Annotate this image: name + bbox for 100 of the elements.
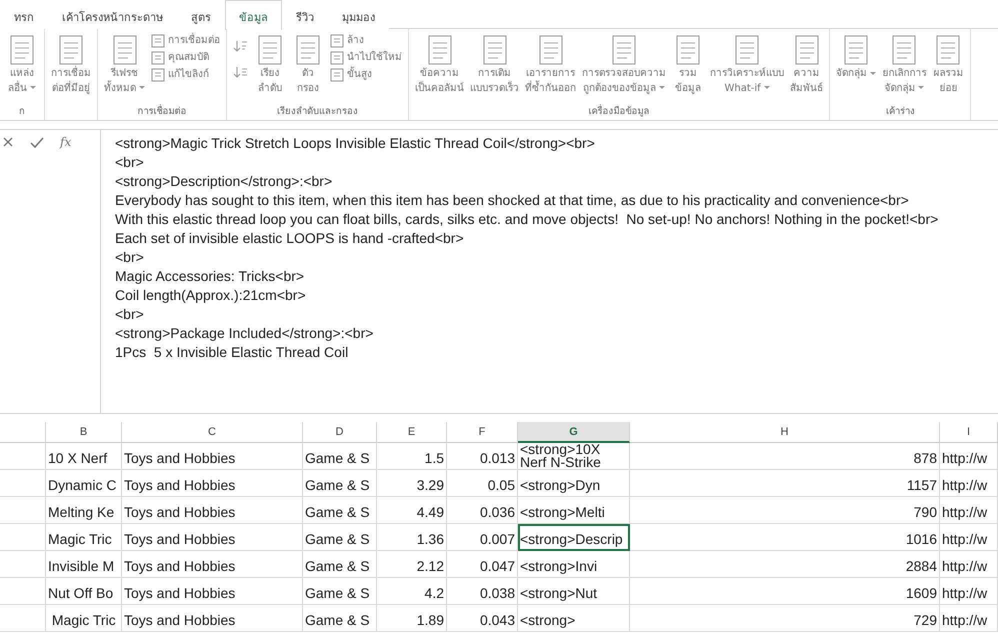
table-cell[interactable]: Magic Tric xyxy=(46,605,122,632)
table-cell[interactable] xyxy=(0,551,46,578)
table-cell[interactable]: Dynamic C xyxy=(46,470,122,497)
ribbon-button[interactable]: การเชื่อมต่อ xyxy=(149,33,222,48)
table-cell[interactable]: Toys and Hobbies xyxy=(122,578,303,605)
table-cell[interactable]: http://w xyxy=(940,443,998,470)
table-cell[interactable]: Nut Off Bo xyxy=(46,578,122,605)
ribbon-button[interactable]: จัดกลุ่ม xyxy=(834,33,878,105)
table-cell[interactable]: 878 xyxy=(630,443,940,470)
table-cell[interactable]: <strong>Invi xyxy=(518,551,630,578)
table-cell[interactable]: Game & S xyxy=(303,524,377,551)
column-header[interactable]: I xyxy=(940,422,998,443)
ribbon-button[interactable]: นำไปใช้ใหม่ xyxy=(328,50,404,65)
table-cell[interactable]: 0.007 xyxy=(447,524,518,551)
table-cell[interactable]: 1.5 xyxy=(377,443,447,470)
table-cell[interactable]: Toys and Hobbies xyxy=(122,443,303,470)
table-cell[interactable]: http://w xyxy=(940,551,998,578)
table-cell[interactable]: 2.12 xyxy=(377,551,447,578)
ribbon-tab[interactable]: ข้อมูล xyxy=(225,0,282,30)
column-header[interactable]: G xyxy=(518,422,630,443)
column-header[interactable]: F xyxy=(447,422,518,443)
table-cell[interactable]: 3.29 xyxy=(377,470,447,497)
column-header[interactable]: D xyxy=(303,422,377,443)
ribbon-button[interactable]: ล้าง xyxy=(328,33,404,48)
insert-function-button[interactable]: fx xyxy=(60,136,72,148)
table-cell[interactable]: 1.89 xyxy=(377,605,447,632)
column-header[interactable]: C xyxy=(122,422,303,443)
table-cell[interactable]: Magic Tric xyxy=(46,524,122,551)
ribbon-button[interactable]: รีเฟรช ทั้งหมด xyxy=(102,33,148,105)
table-cell[interactable]: Game & S xyxy=(303,470,377,497)
table-cell[interactable]: 4.49 xyxy=(377,497,447,524)
table-cell[interactable]: 1016 xyxy=(630,524,940,551)
table-cell[interactable]: Toys and Hobbies xyxy=(122,605,303,632)
table-cell[interactable]: 1.36 xyxy=(377,524,447,551)
table-cell[interactable] xyxy=(0,605,46,632)
ribbon-button[interactable]: การตรวจสอบความ ถูกต้องของข้อมูล xyxy=(580,33,668,105)
table-cell[interactable] xyxy=(0,578,46,605)
table-cell[interactable]: <strong>10X Nerf N-Strike xyxy=(518,443,630,470)
ribbon-button[interactable]: แหล่ง ลอื่น xyxy=(4,33,40,105)
table-cell[interactable]: 10 X Nerf xyxy=(46,443,122,470)
table-cell[interactable]: Game & S xyxy=(303,497,377,524)
ribbon-button[interactable]: ความ สัมพันธ์ xyxy=(788,33,826,105)
ribbon-button[interactable]: คุณสมบัติ xyxy=(149,50,222,65)
table-cell[interactable]: Toys and Hobbies xyxy=(122,524,303,551)
table-cell[interactable]: Game & S xyxy=(303,605,377,632)
ribbon-button[interactable]: แก้ไขลิงก์ xyxy=(149,67,222,82)
table-cell[interactable] xyxy=(0,443,46,470)
ribbon-button[interactable]: ตัว กรอง xyxy=(290,33,326,105)
table-cell[interactable]: Toys and Hobbies xyxy=(122,551,303,578)
ribbon-button[interactable]: การวิเคราะห์แบบ What-if xyxy=(708,33,786,105)
table-cell[interactable]: http://w xyxy=(940,605,998,632)
table-cell[interactable]: http://w xyxy=(940,497,998,524)
table-cell[interactable]: Game & S xyxy=(303,443,377,470)
table-cell[interactable]: Toys and Hobbies xyxy=(122,497,303,524)
table-cell[interactable]: 1609 xyxy=(630,578,940,605)
column-header[interactable]: E xyxy=(377,422,447,443)
table-cell[interactable]: Melting Ke xyxy=(46,497,122,524)
table-cell[interactable]: <strong>Nut xyxy=(518,578,630,605)
table-cell[interactable]: 0.047 xyxy=(447,551,518,578)
group-label: เรียงลำดับและกรอง xyxy=(276,105,360,119)
column-header[interactable]: B xyxy=(46,422,122,443)
table-cell[interactable]: 4.2 xyxy=(377,578,447,605)
table-cell[interactable]: 1157 xyxy=(630,470,940,497)
table-cell[interactable]: Invisible M xyxy=(46,551,122,578)
table-cell[interactable]: http://w xyxy=(940,470,998,497)
formula-line: <br> xyxy=(115,248,145,267)
column-header[interactable] xyxy=(0,422,46,443)
ribbon-button[interactable]: ข้อความ เป็นคอลัมน์ xyxy=(413,33,466,105)
table-cell[interactable]: 0.038 xyxy=(447,578,518,605)
ribbon-button[interactable]: รวม ข้อมูล xyxy=(670,33,706,105)
table-cell[interactable]: <strong>Descrip xyxy=(518,524,630,551)
sheet-icon xyxy=(151,50,166,64)
table-cell[interactable]: Game & S xyxy=(303,551,377,578)
cancel-icon xyxy=(2,136,14,148)
formula-line: <strong>Magic Trick Stretch Loops Invisible Elastic Thread Coil</strong><br> xyxy=(115,134,596,153)
table-cell[interactable] xyxy=(0,470,46,497)
table-cell[interactable]: 0.013 xyxy=(447,443,518,470)
table-cell[interactable]: 729 xyxy=(630,605,940,632)
table-cell[interactable] xyxy=(0,524,46,551)
table-cell[interactable]: <strong> xyxy=(518,605,630,632)
table-cell[interactable]: 0.036 xyxy=(447,497,518,524)
table-cell[interactable]: 2884 xyxy=(630,551,940,578)
ribbon-button[interactable]: การเชื่อม ต่อที่มีอยู่ xyxy=(49,33,93,105)
table-cell[interactable]: 0.05 xyxy=(447,470,518,497)
ribbon-button[interactable]: การเติม แบบรวดเร็ว xyxy=(468,33,522,105)
table-cell[interactable]: 790 xyxy=(630,497,940,524)
table-cell[interactable]: http://w xyxy=(940,578,998,605)
table-cell[interactable]: 0.043 xyxy=(447,605,518,632)
table-cell[interactable]: <strong>Dyn xyxy=(518,470,630,497)
table-cell[interactable]: http://w xyxy=(940,524,998,551)
ribbon-button[interactable]: เอารายการ ที่ซ้ำกันออก xyxy=(523,33,578,105)
column-header[interactable]: H xyxy=(630,422,940,443)
ribbon-button[interactable]: เรียง ลำดับ xyxy=(252,33,288,105)
ribbon-button[interactable]: ยกเลิกการ จัดกลุ่ม xyxy=(880,33,928,105)
ribbon-button[interactable]: ขั้นสูง xyxy=(328,67,404,82)
table-cell[interactable]: Toys and Hobbies xyxy=(122,470,303,497)
table-cell[interactable]: <strong>Melti xyxy=(518,497,630,524)
table-cell[interactable]: Game & S xyxy=(303,578,377,605)
ribbon-button[interactable]: ผลรวม ย่อย xyxy=(930,33,966,105)
table-cell[interactable] xyxy=(0,497,46,524)
